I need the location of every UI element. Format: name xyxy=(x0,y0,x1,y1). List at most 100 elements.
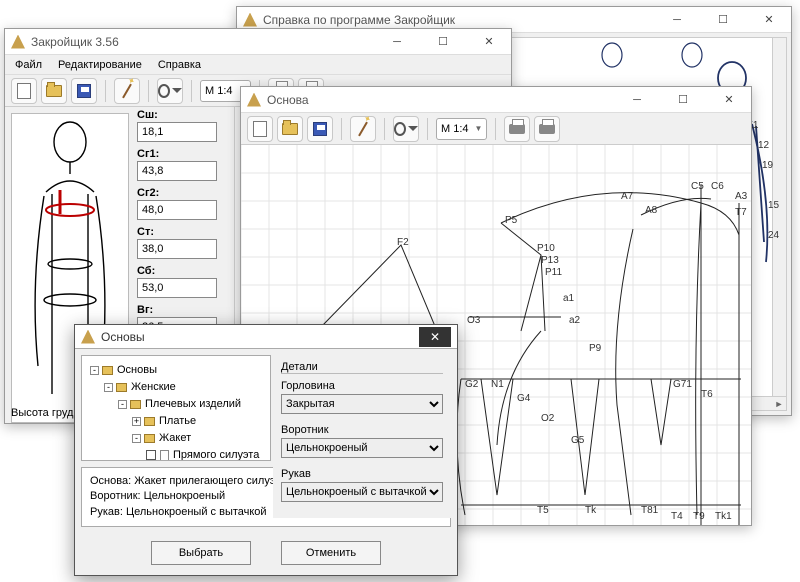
close-button[interactable]: ✕ xyxy=(469,30,509,54)
svg-text:C6: C6 xyxy=(711,181,724,192)
save-button[interactable] xyxy=(307,116,333,142)
svg-text:G2: G2 xyxy=(465,379,479,390)
new-icon xyxy=(253,121,267,137)
svg-text:a1: a1 xyxy=(563,293,575,304)
dialog-titlebar: Основы ✕ xyxy=(75,325,457,349)
menu-help[interactable]: Справка xyxy=(152,57,207,73)
wand-icon xyxy=(122,83,132,98)
details-header: Детали xyxy=(281,361,443,374)
close-button[interactable]: ✕ xyxy=(709,88,749,112)
measurement-input[interactable] xyxy=(137,122,217,142)
collar-select[interactable]: Цельнокроеный xyxy=(281,438,443,458)
svg-text:O3: O3 xyxy=(467,315,481,326)
main-title: Закройщик 3.56 xyxy=(31,35,371,49)
basis-dialog: Основы ✕ -Основы -Женские -Плечевых изде… xyxy=(74,324,458,576)
measurement-label: Сг2: xyxy=(137,187,229,199)
shape-button[interactable] xyxy=(157,78,183,104)
app-icon xyxy=(11,35,25,49)
menu-file[interactable]: Файл xyxy=(9,57,48,73)
svg-text:T5: T5 xyxy=(537,505,549,516)
open-button[interactable] xyxy=(41,78,67,104)
app-icon xyxy=(247,93,261,107)
new-icon xyxy=(17,83,31,99)
svg-text:P13: P13 xyxy=(541,255,559,266)
save-button[interactable] xyxy=(71,78,97,104)
chevron-down-icon xyxy=(172,88,182,93)
measurement-row: Сш: xyxy=(137,109,229,142)
new-button[interactable] xyxy=(11,78,37,104)
maximize-button[interactable]: ☐ xyxy=(663,88,703,112)
svg-text:a2: a2 xyxy=(569,315,581,326)
measurement-label: Вг: xyxy=(137,304,229,316)
chevron-down-icon xyxy=(408,126,418,131)
svg-text:19: 19 xyxy=(762,160,774,171)
measurement-label: Сг1: xyxy=(137,148,229,160)
status-label: Высота груди xyxy=(11,407,80,419)
svg-text:G5: G5 xyxy=(571,435,585,446)
maximize-button[interactable]: ☐ xyxy=(423,30,463,54)
svg-text:P11: P11 xyxy=(545,267,562,278)
pattern-titlebar: Основа ─ ☐ ✕ xyxy=(241,87,751,113)
svg-text:A3: A3 xyxy=(735,191,748,202)
minimize-button[interactable]: ─ xyxy=(657,8,697,32)
measurement-label: Сб: xyxy=(137,265,229,277)
close-button[interactable]: ✕ xyxy=(749,8,789,32)
sleeve-select[interactable]: Цельнокроеный с вытачкой xyxy=(281,482,443,502)
svg-text:T9: T9 xyxy=(693,511,705,522)
save-icon xyxy=(313,122,327,136)
measurement-row: Сг2: xyxy=(137,187,229,220)
chevron-down-icon: ▼ xyxy=(475,124,483,133)
dialog-close-button[interactable]: ✕ xyxy=(419,327,451,347)
open-button[interactable] xyxy=(277,116,303,142)
svg-text:P10: P10 xyxy=(537,243,555,254)
measurement-row: Сг1: xyxy=(137,148,229,181)
scale-value: М 1:4 xyxy=(205,85,233,97)
print-preview-icon xyxy=(509,124,525,134)
scale-combo[interactable]: М 1:4 ▼ xyxy=(436,118,487,140)
app-icon xyxy=(81,330,95,344)
svg-text:G4: G4 xyxy=(517,393,531,404)
basis-tree[interactable]: -Основы -Женские -Плечевых изделий +Плат… xyxy=(81,355,271,461)
pattern-title: Основа xyxy=(267,93,611,107)
dialog-title: Основы xyxy=(101,330,145,344)
neck-label: Горловина xyxy=(281,380,443,392)
printer-icon xyxy=(539,124,555,134)
print-button[interactable] xyxy=(534,116,560,142)
cancel-button[interactable]: Отменить xyxy=(281,541,381,565)
svg-text:15: 15 xyxy=(768,200,780,211)
measurement-input[interactable] xyxy=(137,239,217,259)
minimize-button[interactable]: ─ xyxy=(617,88,657,112)
measurement-input[interactable] xyxy=(137,200,217,220)
menu-edit[interactable]: Редактирование xyxy=(52,57,148,73)
ring-icon xyxy=(394,122,406,136)
magic-button[interactable] xyxy=(350,116,376,142)
ring-icon xyxy=(158,84,170,98)
measurement-input[interactable] xyxy=(137,278,217,298)
wand-icon xyxy=(358,121,368,136)
open-icon xyxy=(46,85,62,97)
neck-select[interactable]: Закрытая xyxy=(281,394,443,414)
measurement-label: Ст: xyxy=(137,226,229,238)
svg-text:Tk: Tk xyxy=(585,505,597,516)
svg-text:T7: T7 xyxy=(735,207,747,218)
svg-text:Tk1: Tk1 xyxy=(715,511,732,522)
svg-text:A7: A7 xyxy=(621,191,634,202)
collar-label: Воротник xyxy=(281,424,443,436)
measurement-input[interactable] xyxy=(137,161,217,181)
measurement-label: Сш: xyxy=(137,109,229,121)
help-title: Справка по программе Закройщик xyxy=(263,13,651,27)
preview-button[interactable] xyxy=(504,116,530,142)
svg-text:T81: T81 xyxy=(641,505,659,516)
shape-button[interactable] xyxy=(393,116,419,142)
magic-button[interactable] xyxy=(114,78,140,104)
maximize-button[interactable]: ☐ xyxy=(703,8,743,32)
svg-text:F2: F2 xyxy=(397,237,409,248)
measurement-row: Сб: xyxy=(137,265,229,298)
minimize-button[interactable]: ─ xyxy=(377,30,417,54)
svg-text:G71: G71 xyxy=(673,379,692,390)
new-button[interactable] xyxy=(247,116,273,142)
svg-text:T6: T6 xyxy=(701,389,713,400)
open-icon xyxy=(282,123,298,135)
svg-text:12: 12 xyxy=(758,140,770,151)
select-button[interactable]: Выбрать xyxy=(151,541,251,565)
